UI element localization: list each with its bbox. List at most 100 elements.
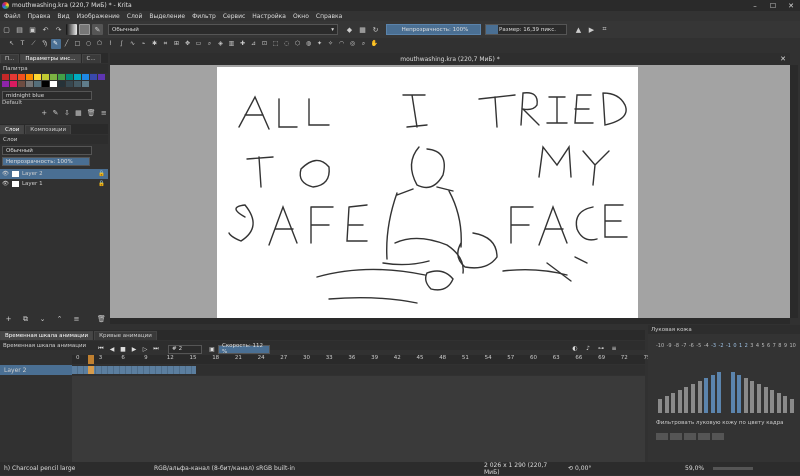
edit-shapes-icon[interactable]: ⟋ bbox=[29, 39, 39, 49]
add-icon[interactable]: + bbox=[41, 108, 47, 119]
line-tool-icon[interactable]: ╱ bbox=[62, 39, 72, 49]
onion-opacity-bar[interactable] bbox=[677, 389, 682, 413]
polyline-tool-icon[interactable]: ⌇ bbox=[106, 39, 116, 49]
current-frame-input[interactable]: # 2 bbox=[168, 344, 202, 354]
multibrush-icon[interactable]: ✱ bbox=[150, 39, 160, 49]
canvas-paper[interactable] bbox=[217, 67, 638, 319]
gradient-swatch[interactable] bbox=[66, 24, 77, 35]
freehand-select-icon[interactable]: ◍ bbox=[304, 39, 314, 49]
onion-frame-label[interactable]: -6 bbox=[689, 343, 694, 349]
layer-properties-icon[interactable]: ≡ bbox=[71, 314, 82, 325]
menu-edit[interactable]: Правка bbox=[28, 13, 51, 20]
onion-frame-label[interactable]: 8 bbox=[778, 343, 781, 349]
mirror-horizontal-icon[interactable]: ▲ bbox=[573, 24, 584, 35]
reload-preset-icon[interactable]: ↻ bbox=[370, 24, 381, 35]
stop-icon[interactable]: ■ bbox=[118, 345, 128, 354]
eraser-icon[interactable]: ◆ bbox=[344, 24, 355, 35]
color-filter-4[interactable] bbox=[698, 433, 710, 440]
reference-tool-icon[interactable]: ⊡ bbox=[260, 39, 270, 49]
ellipse-tool-icon[interactable]: ○ bbox=[84, 39, 94, 49]
menu-tools[interactable]: Сервис bbox=[223, 13, 245, 20]
onion-opacity-bar[interactable] bbox=[690, 384, 695, 413]
onion-frame-label[interactable]: 0 bbox=[733, 343, 736, 349]
palette-swatch[interactable] bbox=[66, 74, 73, 80]
onion-opacity-bar[interactable] bbox=[763, 386, 768, 413]
freehand-brush-icon[interactable]: ✎ bbox=[50, 38, 61, 49]
onion-opacity-bar[interactable] bbox=[776, 392, 781, 413]
palette-swatch[interactable] bbox=[50, 81, 57, 87]
palette-swatch[interactable] bbox=[18, 74, 25, 80]
canvas-scrollbar-vertical[interactable] bbox=[790, 65, 798, 318]
ellipse-select-icon[interactable]: ◌ bbox=[282, 39, 292, 49]
pattern-swatch[interactable] bbox=[79, 24, 90, 35]
palette-swatch[interactable] bbox=[2, 74, 9, 80]
open-document-icon[interactable]: ▤ bbox=[14, 24, 25, 35]
smart-patch-icon[interactable]: ✚ bbox=[238, 39, 248, 49]
menu-help[interactable]: Справка bbox=[316, 13, 342, 20]
gradient-tool-icon[interactable]: ▥ bbox=[227, 39, 237, 49]
layer-blend-select[interactable]: Обычный bbox=[2, 146, 92, 155]
menu-select[interactable]: Выделение bbox=[149, 13, 185, 20]
duplicate-layer-icon[interactable]: ⧉ bbox=[20, 314, 31, 325]
onion-frame-label[interactable]: -2 bbox=[719, 343, 724, 349]
palette-swatch[interactable] bbox=[10, 74, 17, 80]
onion-frame-label[interactable]: -9 bbox=[667, 343, 672, 349]
close-window-button[interactable]: ✕ bbox=[782, 0, 800, 11]
onion-frame-label[interactable]: 2 bbox=[745, 343, 748, 349]
rotation-icon[interactable]: ⟲ bbox=[568, 465, 573, 472]
minimize-button[interactable]: – bbox=[746, 0, 764, 11]
onion-frame-label[interactable]: -7 bbox=[681, 343, 686, 349]
onion-opacity-bar[interactable] bbox=[743, 378, 748, 413]
palette-swatch[interactable] bbox=[98, 74, 105, 80]
onion-opacity-bar[interactable] bbox=[697, 381, 702, 413]
onion-frame-label[interactable]: -1 bbox=[726, 343, 731, 349]
import-icon[interactable]: ⇩ bbox=[64, 108, 70, 119]
menu-file[interactable]: Файл bbox=[4, 13, 21, 20]
text-tool-icon[interactable]: T bbox=[18, 39, 28, 49]
onion-frame-label[interactable]: -10 bbox=[656, 343, 664, 349]
transform-tool-icon[interactable]: ⊞ bbox=[172, 39, 182, 49]
freehand-path-icon[interactable]: ∿ bbox=[128, 39, 138, 49]
measure-tool-icon[interactable]: ⊿ bbox=[249, 39, 259, 49]
canvas-scrollbar-horizontal[interactable] bbox=[110, 318, 790, 324]
fill-tool-icon[interactable]: ◈ bbox=[216, 39, 226, 49]
palette-swatch[interactable] bbox=[50, 74, 57, 80]
color-filter-5[interactable] bbox=[712, 433, 724, 440]
redo-icon[interactable]: ↷ bbox=[53, 24, 64, 35]
onion-frame-label[interactable]: 10 bbox=[789, 343, 795, 349]
onion-opacity-bar[interactable] bbox=[770, 389, 775, 413]
save-document-icon[interactable]: ▣ bbox=[27, 24, 38, 35]
palette-swatch[interactable] bbox=[42, 81, 49, 87]
calligraphy-icon[interactable]: Ϡ bbox=[40, 39, 50, 49]
polygon-select-icon[interactable]: ⬡ bbox=[293, 39, 303, 49]
onion-opacity-bar[interactable] bbox=[730, 372, 735, 413]
timeline-empty-area[interactable] bbox=[72, 376, 645, 462]
palette-swatch[interactable] bbox=[26, 81, 33, 87]
rectangle-tool-icon[interactable]: □ bbox=[73, 39, 83, 49]
menu-window[interactable]: Окно bbox=[293, 13, 309, 20]
preserve-alpha-icon[interactable]: ▦ bbox=[357, 24, 368, 35]
brush-preset-icon[interactable]: ✎ bbox=[92, 24, 103, 35]
onion-frame-label[interactable]: 3 bbox=[750, 343, 753, 349]
palette-swatch[interactable] bbox=[74, 74, 81, 80]
onion-opacity-bar[interactable] bbox=[737, 375, 742, 413]
new-document-icon[interactable]: ▢ bbox=[1, 24, 12, 35]
onion-toggle-icon[interactable]: ◐ bbox=[570, 344, 580, 353]
color-filter-1[interactable] bbox=[656, 433, 668, 440]
zoom-tool-icon[interactable]: ⌕ bbox=[359, 39, 369, 49]
layer-row[interactable]: 👁 Layer 1 🔒 bbox=[0, 179, 108, 189]
tab-animation-timeline[interactable]: Временная шкала анимации bbox=[0, 331, 94, 340]
palette-swatch[interactable] bbox=[34, 81, 41, 87]
onion-opacity-bar[interactable] bbox=[710, 375, 715, 413]
palette-swatch[interactable] bbox=[82, 81, 89, 87]
onion-opacity-bar[interactable] bbox=[789, 398, 794, 413]
onion-frame-label[interactable]: -4 bbox=[704, 343, 709, 349]
onion-frame-label[interactable]: -3 bbox=[711, 343, 716, 349]
similar-select-icon[interactable]: ✧ bbox=[326, 39, 336, 49]
onion-frame-label[interactable]: 5 bbox=[761, 343, 764, 349]
move-tool-icon[interactable]: ✥ bbox=[183, 39, 193, 49]
contiguous-select-icon[interactable]: ✦ bbox=[315, 39, 325, 49]
onion-frame-label[interactable]: -5 bbox=[696, 343, 701, 349]
add-layer-icon[interactable]: + bbox=[3, 314, 14, 325]
zoom-slider-icon[interactable]: ⊶ bbox=[596, 344, 606, 353]
